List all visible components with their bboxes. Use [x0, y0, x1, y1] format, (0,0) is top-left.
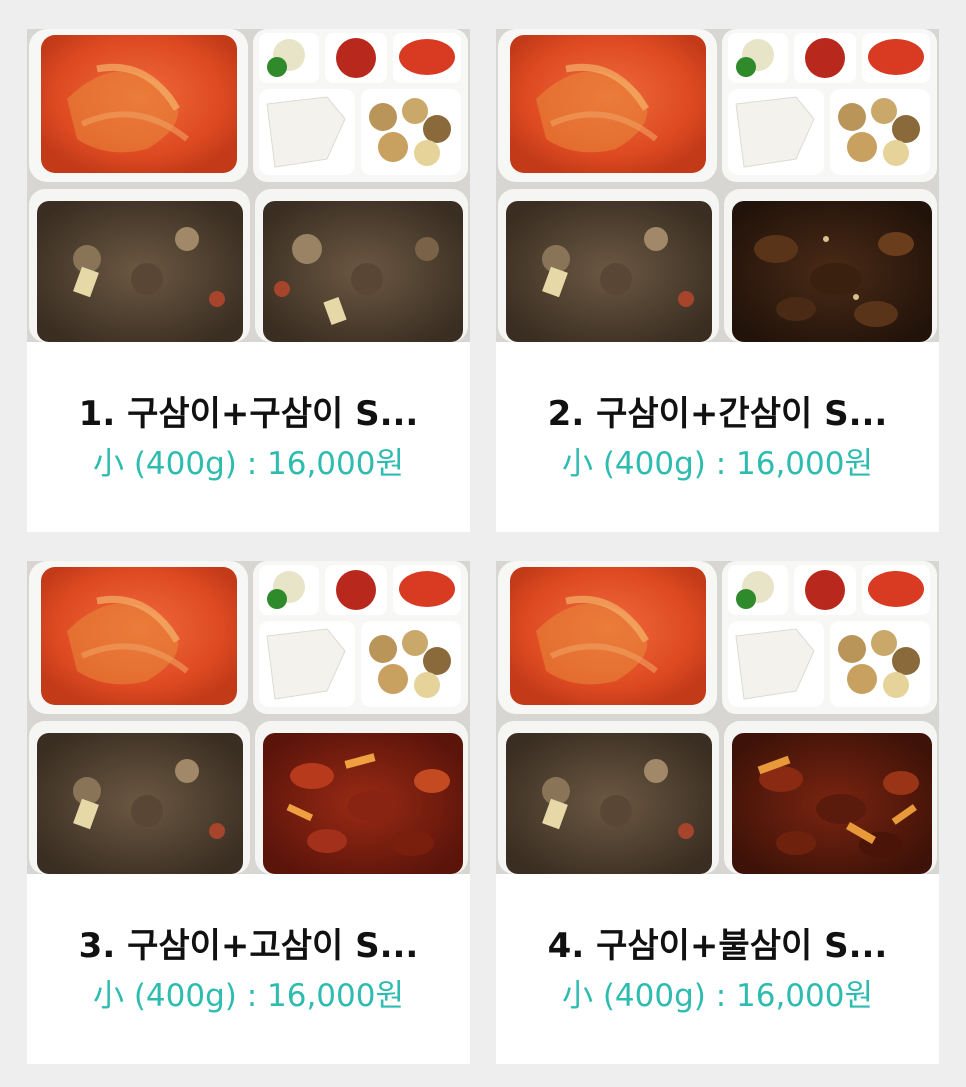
product-grid: 1. 구삼이+구삼이 S... 小 (400g) : 16,000원 2. 구삼… [27, 29, 939, 1064]
lunchbox-photo [496, 561, 939, 874]
product-caption: 2. 구삼이+간삼이 S... 小 (400g) : 16,000원 [496, 342, 939, 532]
product-photo[interactable] [27, 561, 470, 874]
product-card-3[interactable]: 3. 구삼이+고삼이 S... 小 (400g) : 16,000원 [27, 561, 470, 1064]
lunchbox-photo [27, 29, 470, 342]
product-caption: 1. 구삼이+구삼이 S... 小 (400g) : 16,000원 [27, 342, 470, 532]
lunchbox-photo [496, 29, 939, 342]
product-photo[interactable] [27, 29, 470, 342]
product-caption: 4. 구삼이+불삼이 S... 小 (400g) : 16,000원 [496, 874, 939, 1064]
product-price: 小 (400g) : 16,000원 [92, 978, 405, 1014]
product-price: 小 (400g) : 16,000원 [561, 978, 874, 1014]
product-card-4[interactable]: 4. 구삼이+불삼이 S... 小 (400g) : 16,000원 [496, 561, 939, 1064]
product-photo[interactable] [496, 561, 939, 874]
product-photo[interactable] [496, 29, 939, 342]
product-title[interactable]: 3. 구삼이+고삼이 S... [27, 924, 470, 968]
product-title[interactable]: 2. 구삼이+간삼이 S... [496, 392, 939, 436]
product-caption: 3. 구삼이+고삼이 S... 小 (400g) : 16,000원 [27, 874, 470, 1064]
product-price: 小 (400g) : 16,000원 [561, 446, 874, 482]
product-title[interactable]: 1. 구삼이+구삼이 S... [27, 392, 470, 436]
product-card-1[interactable]: 1. 구삼이+구삼이 S... 小 (400g) : 16,000원 [27, 29, 470, 532]
product-title[interactable]: 4. 구삼이+불삼이 S... [496, 924, 939, 968]
lunchbox-photo [27, 561, 470, 874]
product-card-2[interactable]: 2. 구삼이+간삼이 S... 小 (400g) : 16,000원 [496, 29, 939, 532]
product-price: 小 (400g) : 16,000원 [92, 446, 405, 482]
